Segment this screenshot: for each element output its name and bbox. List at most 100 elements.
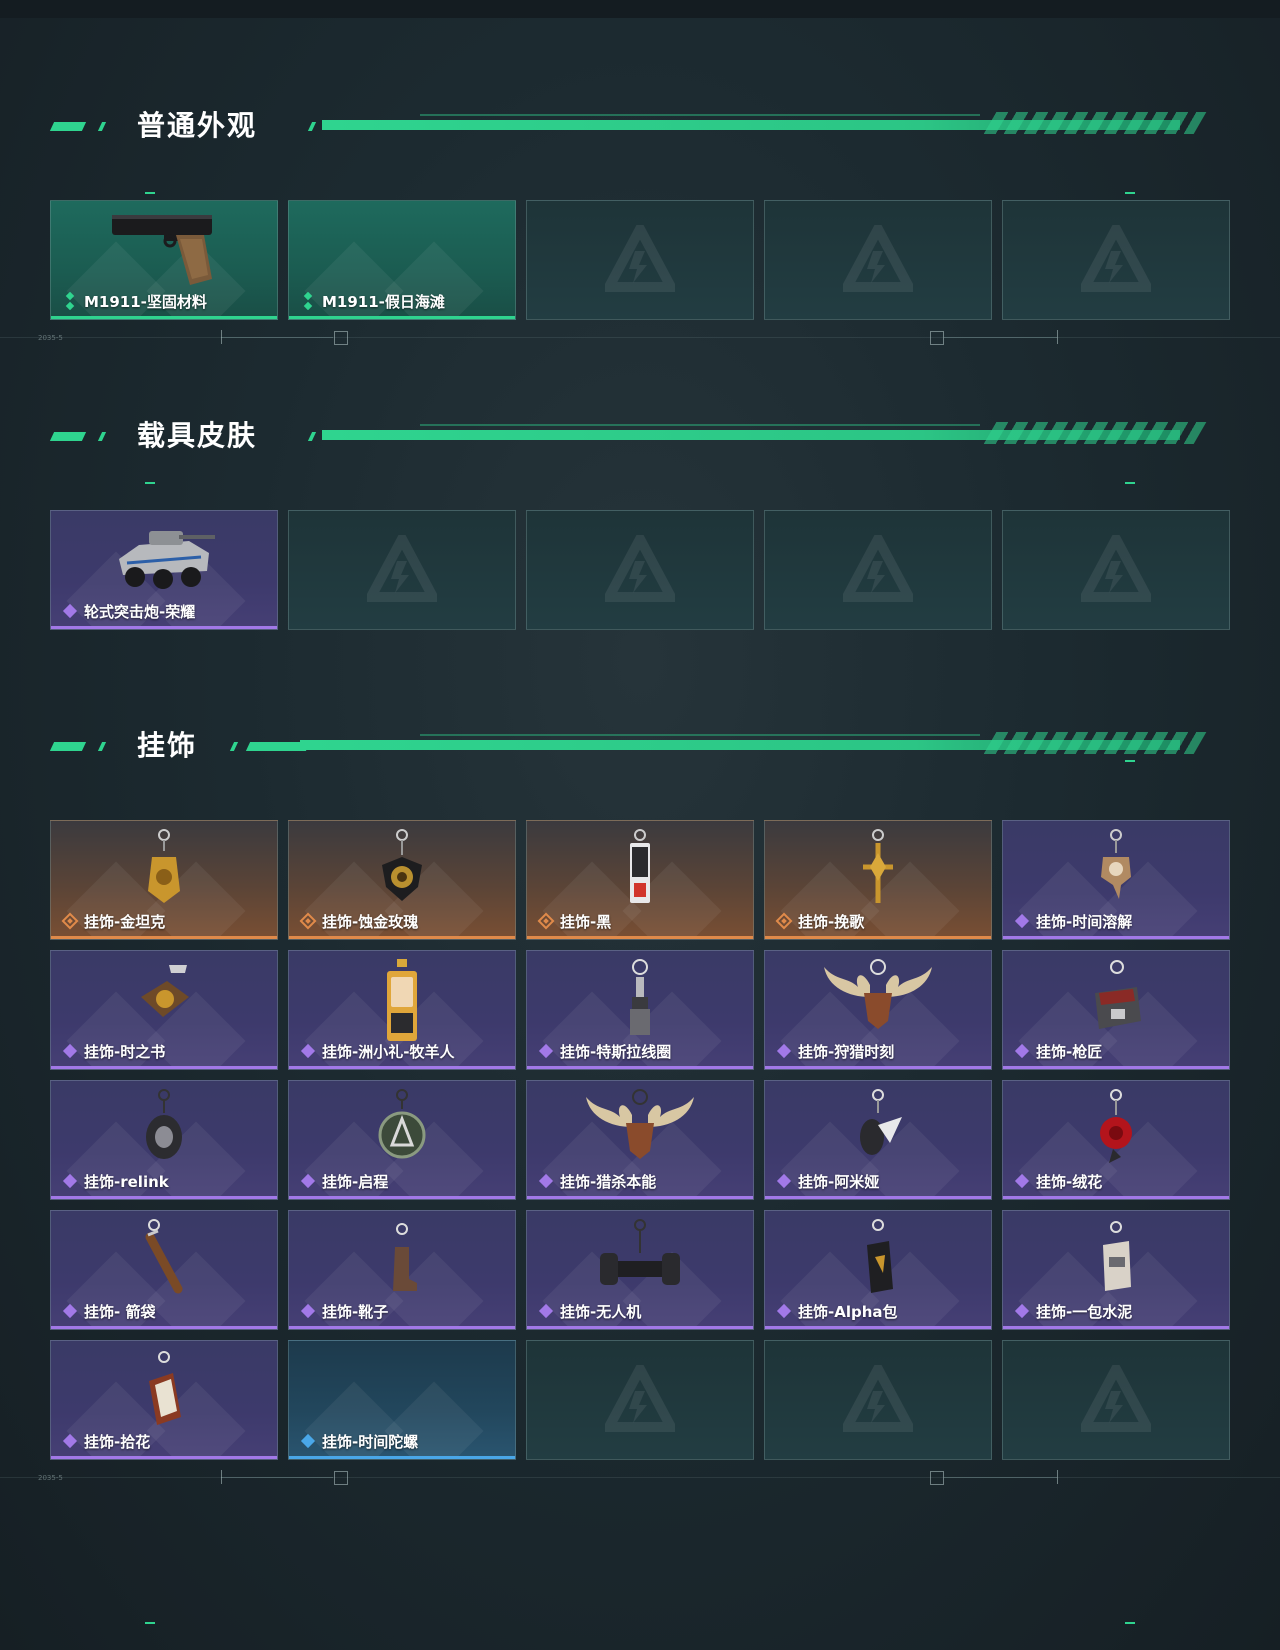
- header-thin-line: [420, 114, 980, 116]
- turtle-charm-icon: [146, 1089, 182, 1159]
- charm-label: 挂饰-挽歌: [798, 913, 865, 931]
- rarity-icon: [537, 912, 555, 930]
- charm-label: 挂饰-特斯拉线圈: [560, 1043, 672, 1061]
- skin-card[interactable]: M1911-假日海滩: [288, 200, 516, 320]
- tick-mark: [145, 192, 155, 194]
- header-dash: [49, 122, 87, 131]
- charm-card[interactable]: 挂饰-挽歌: [764, 820, 992, 940]
- charm-card[interactable]: 挂饰-黑: [526, 820, 754, 940]
- charm-card[interactable]: 挂饰-枪匠: [1002, 950, 1230, 1070]
- charm-label: 挂饰-relink: [84, 1173, 169, 1191]
- empty-slot: [764, 510, 992, 630]
- placeholder-logo-icon: [605, 1365, 675, 1432]
- empty-slot: [288, 510, 516, 630]
- charm-card[interactable]: 挂饰-拾花: [50, 1340, 278, 1460]
- rarity-icon: [538, 1173, 554, 1189]
- hud-divider: 2035-5: [0, 1468, 1280, 1488]
- compass-charm-icon: [378, 1089, 426, 1159]
- charm-label: 挂饰-靴子: [322, 1303, 389, 1321]
- charm-card[interactable]: 挂饰-金坦克: [50, 820, 278, 940]
- section-title: 普通外观: [137, 109, 258, 142]
- skin-card[interactable]: M1911-坚固材料: [50, 200, 278, 320]
- black-rose-charm-icon: [382, 829, 422, 901]
- top-bar: [0, 0, 1280, 18]
- skin-card[interactable]: 轮式突击炮-荣耀: [50, 510, 278, 630]
- charm-label: 挂饰- 箭袋: [84, 1303, 156, 1321]
- charm-grid: 挂饰-金坦克 挂饰-蚀金玫瑰 挂饰-黑 挂饰-挽歌 挂饰-时间溶解 挂饰-时之书…: [50, 820, 1230, 1460]
- empty-slot: [526, 510, 754, 630]
- tesla-coil-charm-icon: [630, 959, 650, 1035]
- charm-card[interactable]: 挂饰-时间溶解: [1002, 820, 1230, 940]
- header-dash: [49, 742, 87, 751]
- charm-card[interactable]: 挂饰-启程: [288, 1080, 516, 1200]
- tick-mark: [1125, 482, 1135, 484]
- charm-card[interactable]: 挂饰-无人机: [526, 1210, 754, 1330]
- header-dash: [97, 742, 107, 751]
- charm-label: 挂饰-绒花: [1036, 1173, 1103, 1191]
- empty-slot: [1002, 1340, 1230, 1460]
- empty-slot: [764, 1340, 992, 1460]
- antler-charm-icon: [824, 959, 932, 1029]
- empty-slot: [1002, 510, 1230, 630]
- charm-card[interactable]: 挂饰-绒花: [1002, 1080, 1230, 1200]
- charm-card[interactable]: 挂饰-relink: [50, 1080, 278, 1200]
- charm-card[interactable]: 挂饰-Alpha包: [764, 1210, 992, 1330]
- hud-tiny-label: 2035-5: [38, 1474, 63, 1482]
- melting-clock-charm-icon: [1101, 829, 1131, 899]
- charm-label: 挂饰-金坦克: [84, 913, 166, 931]
- charm-card[interactable]: 挂饰-蚀金玫瑰: [288, 820, 516, 940]
- header-dash: [97, 122, 107, 131]
- charm-label: 挂饰-时间陀螺: [322, 1433, 419, 1451]
- charm-card[interactable]: 挂饰-特斯拉线圈: [526, 950, 754, 1070]
- gift-box-charm-icon: [387, 959, 417, 1041]
- bag-charm-icon: [867, 1219, 893, 1293]
- charm-card[interactable]: 挂饰- 箭袋: [50, 1210, 278, 1330]
- rarity-icon: [1014, 1043, 1030, 1059]
- section-title: 载具皮肤: [137, 419, 258, 452]
- rarity-icon: [61, 912, 79, 930]
- charm-card[interactable]: 挂饰-时之书: [50, 950, 278, 1070]
- charm-label: 挂饰-一包水泥: [1036, 1303, 1133, 1321]
- charm-card[interactable]: 挂饰-一包水泥: [1002, 1210, 1230, 1330]
- header-dash: [229, 742, 239, 751]
- vehicle-skin-grid: 轮式突击炮-荣耀: [50, 510, 1230, 630]
- tick-mark: [1125, 192, 1135, 194]
- charm-label: 挂饰-Alpha包: [798, 1303, 898, 1321]
- placeholder-logo-icon: [1081, 535, 1151, 602]
- header-dash: [307, 122, 317, 131]
- empty-slot: [526, 200, 754, 320]
- armored-vehicle-icon: [119, 531, 215, 589]
- charm-card[interactable]: 挂饰-狩猎时刻: [764, 950, 992, 1070]
- rarity-icon: [62, 1433, 78, 1449]
- placeholder-logo-icon: [605, 535, 675, 602]
- charm-card[interactable]: 挂饰-猎杀本能: [526, 1080, 754, 1200]
- charm-card[interactable]: 挂饰-洲小礼-牧羊人: [288, 950, 516, 1070]
- drone-charm-icon: [600, 1219, 680, 1285]
- tick-mark: [145, 1622, 155, 1624]
- charm-label: 挂饰-时之书: [84, 1043, 166, 1061]
- charm-label: 挂饰-无人机: [560, 1303, 642, 1321]
- rarity-icon: [62, 603, 78, 619]
- rarity-icon: [300, 1173, 316, 1189]
- charm-card[interactable]: 挂饰-时间陀螺: [288, 1340, 516, 1460]
- header-checker-pattern: [983, 112, 1207, 134]
- skin-label: 轮式突击炮-荣耀: [84, 603, 196, 621]
- tick-mark: [1125, 1622, 1135, 1624]
- empty-slot: [764, 200, 992, 320]
- rarity-icon: [538, 1303, 554, 1319]
- header-dash: [97, 432, 107, 441]
- charm-card[interactable]: 挂饰-阿米娅: [764, 1080, 992, 1200]
- section-header-charms: 挂饰: [0, 728, 1280, 768]
- charm-label: 挂饰-时间溶解: [1036, 913, 1133, 931]
- charm-label: 挂饰-黑: [560, 913, 612, 931]
- section-title: 挂饰: [137, 729, 198, 762]
- hud-square-icon: [930, 1471, 944, 1485]
- hud-square-icon: [930, 331, 944, 345]
- rarity-icon: [303, 292, 313, 310]
- rarity-icon: [65, 292, 75, 310]
- rarity-icon: [299, 912, 317, 930]
- bunny-charm-icon: [860, 1089, 902, 1155]
- rarity-icon: [775, 912, 793, 930]
- charm-card[interactable]: 挂饰-靴子: [288, 1210, 516, 1330]
- charm-label: 挂饰-猎杀本能: [560, 1173, 657, 1191]
